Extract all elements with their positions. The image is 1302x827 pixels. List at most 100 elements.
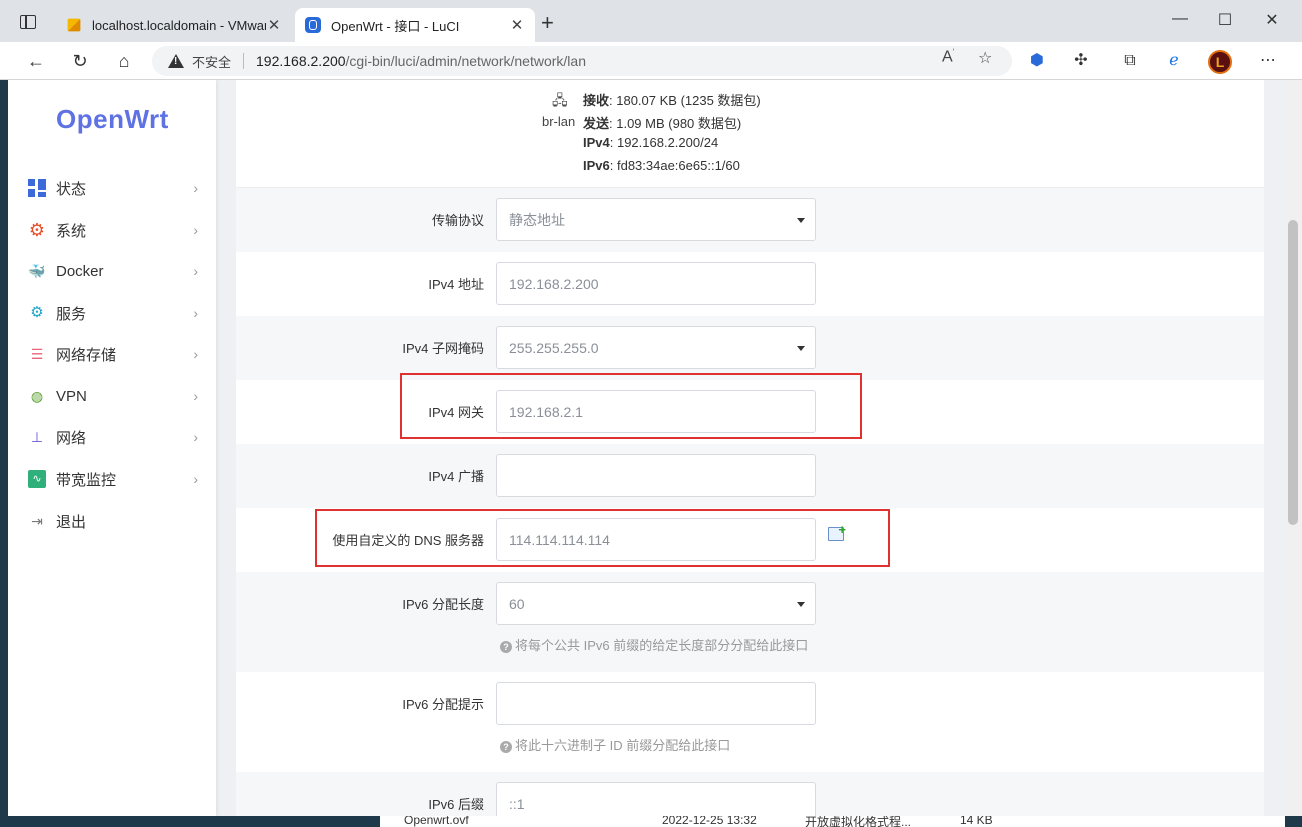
sidebar-item-label: 服务 xyxy=(56,305,87,323)
refresh-icon[interactable]: ↻ xyxy=(69,50,91,72)
url-separator xyxy=(243,53,245,69)
tab-actions-icon[interactable] xyxy=(20,15,36,29)
chevron-down-icon xyxy=(797,346,805,351)
field-hint: ? 将此十六进制子 ID 前缀分配给此接口 xyxy=(500,735,730,754)
ipv4-address-input[interactable]: 192.168.2.200 xyxy=(496,262,816,305)
address-bar: ← ↻ ⌂ 不安全 192.168.2.200/cgi-bin/luci/adm… xyxy=(0,42,1302,80)
chevron-right-icon: › xyxy=(193,471,198,487)
ipv4-netmask-select[interactable]: 255.255.255.0 xyxy=(496,326,816,369)
file-size: 14 KB xyxy=(960,816,993,827)
ipv4-netmask-row: IPv4 子网掩码 255.255.255.0 xyxy=(236,316,1264,380)
sidebar-item-label: 网络 xyxy=(56,429,87,447)
maximize-icon[interactable]: ☐ xyxy=(1215,10,1235,30)
collections-icon[interactable]: ⧉ xyxy=(1120,51,1140,71)
ipv6-assign-hint-input[interactable] xyxy=(496,682,816,725)
gear-icon: ⚙ xyxy=(28,220,46,240)
field-label: IPv6 后缀 xyxy=(428,797,484,812)
tx-stat: 发送: 1.09 MB (980 数据包) xyxy=(583,116,742,131)
scrollbar-thumb[interactable] xyxy=(1288,220,1298,525)
sidebar: OpenWrt 状态 › ⚙ 系统 › 🐳 Docker › ⚙ 服务 › ☰ … xyxy=(8,80,216,816)
openwrt-logo[interactable]: OpenWrt xyxy=(56,104,169,135)
help-icon: ? xyxy=(500,741,512,753)
sidebar-item-storage[interactable]: ☰ 网络存储 › xyxy=(28,339,198,369)
highlight-box-dns xyxy=(315,509,890,567)
ipv4-broadcast-row: IPv4 广播 xyxy=(236,444,1264,508)
more-menu-icon[interactable]: ⋯ xyxy=(1258,51,1278,71)
docker-icon: 🐳 xyxy=(28,263,46,279)
interface-status: 🖧 br-lan 接收: 180.07 KB (1235 数据包) 发送: 1.… xyxy=(236,80,1264,188)
ipv4-address-row: IPv4 地址 192.168.2.200 xyxy=(236,252,1264,316)
ipv4-stat: IPv4: 192.168.2.200/24 xyxy=(583,135,719,150)
tab-label: localhost.localdomain - VMware xyxy=(92,17,266,33)
chevron-right-icon: › xyxy=(193,346,198,362)
tab-vmware[interactable]: localhost.localdomain - VMware ✕ xyxy=(56,8,292,42)
sidebar-item-docker[interactable]: 🐳 Docker › xyxy=(28,256,198,286)
sidebar-item-bandwidth[interactable]: ∿ 带宽监控 › xyxy=(28,464,198,494)
shield-extension-icon[interactable]: ⬢ xyxy=(1027,51,1047,71)
tab-openwrt[interactable]: OpenWrt - 接口 - LuCI ✕ xyxy=(295,8,535,42)
network-icon: ⊥ xyxy=(30,429,44,445)
chevron-right-icon: › xyxy=(193,180,198,196)
minimize-icon[interactable]: — xyxy=(1170,10,1190,28)
sidebar-item-label: 系统 xyxy=(56,222,87,240)
ipv6-assign-length-row: IPv6 分配长度 60 ? 将每个公共 IPv6 前缀的给定长度部分分配给此接口 xyxy=(236,572,1264,672)
monitor-icon: ∿ xyxy=(28,470,46,488)
file-name: Openwrt.ovf xyxy=(404,816,469,827)
services-icon: ⚙ xyxy=(30,304,44,321)
extensions-icon[interactable]: ✣ xyxy=(1071,51,1091,71)
url-input[interactable]: 不安全 192.168.2.200/cgi-bin/luci/admin/net… xyxy=(152,46,1012,76)
ipv6-assign-length-select[interactable]: 60 xyxy=(496,582,816,625)
back-icon[interactable]: ← xyxy=(25,50,47,72)
chevron-right-icon: › xyxy=(193,429,198,445)
sidebar-item-logout[interactable]: ⇥ 退出 xyxy=(28,506,198,536)
rx-stat: 接收: 180.07 KB (1235 数据包) xyxy=(583,93,761,108)
protocol-row: 传输协议 静态地址 xyxy=(236,188,1264,252)
ipv6-suffix-row: IPv6 后缀 ::1 xyxy=(236,772,1264,816)
field-hint: ? 将每个公共 IPv6 前缀的给定长度部分分配给此接口 xyxy=(500,635,808,654)
field-label: IPv4 地址 xyxy=(428,277,484,292)
background-file-row: Openwrt.ovf 2022-12-25 13:32 开放虚拟化格式程...… xyxy=(380,816,1285,827)
window-close-icon[interactable]: ✕ xyxy=(1262,10,1282,30)
field-label: IPv4 子网掩码 xyxy=(402,341,484,356)
favorite-add-icon[interactable]: ☆ xyxy=(978,48,992,68)
file-type: 开放虚拟化格式程... xyxy=(805,816,912,827)
field-label: IPv4 广播 xyxy=(428,469,484,484)
new-tab-icon[interactable]: + xyxy=(541,12,554,34)
sidebar-item-system[interactable]: ⚙ 系统 › xyxy=(28,215,198,245)
field-label: 传输协议 xyxy=(431,213,484,228)
ipv4-broadcast-input[interactable] xyxy=(496,454,816,497)
security-status: 不安全 xyxy=(192,54,232,70)
chevron-right-icon: › xyxy=(193,305,198,321)
ethernet-icon: 🖧 xyxy=(552,92,568,108)
url-host: 192.168.2.200 xyxy=(256,53,346,69)
file-date: 2022-12-25 13:32 xyxy=(662,816,757,827)
ie-mode-icon[interactable]: ℯ xyxy=(1164,51,1184,71)
ipv6-assign-hint-row: IPv6 分配提示 ? 将此十六进制子 ID 前缀分配给此接口 xyxy=(236,672,1264,772)
sidebar-item-label: 状态 xyxy=(56,180,87,198)
warning-icon xyxy=(168,54,184,68)
ipv6-stat: IPv6: fd83:34ae:6e65::1/60 xyxy=(583,158,740,173)
profile-avatar[interactable]: L xyxy=(1208,50,1232,74)
luci-page: OpenWrt 状态 › ⚙ 系统 › 🐳 Docker › ⚙ 服务 › ☰ … xyxy=(8,80,1293,816)
tab-bar: localhost.localdomain - VMware ✕ OpenWrt… xyxy=(0,0,1302,42)
dashboard-icon xyxy=(28,179,46,197)
url-path: /cgi-bin/luci/admin/network/network/lan xyxy=(345,53,586,69)
chevron-right-icon: › xyxy=(193,263,198,279)
chevron-right-icon: › xyxy=(193,388,198,404)
home-icon[interactable]: ⌂ xyxy=(113,50,135,72)
chevron-down-icon xyxy=(797,218,805,223)
tab-label: OpenWrt - 接口 - LuCI xyxy=(331,18,460,34)
protocol-select[interactable]: 静态地址 xyxy=(496,198,816,241)
close-icon[interactable]: ✕ xyxy=(266,16,282,34)
sidebar-item-status[interactable]: 状态 › xyxy=(28,173,198,203)
read-aloud-icon[interactable]: Aʼ xyxy=(942,48,954,66)
sidebar-item-label: 退出 xyxy=(56,513,87,531)
close-icon[interactable]: ✕ xyxy=(509,16,525,34)
help-icon: ? xyxy=(500,641,512,653)
field-label: IPv6 分配长度 xyxy=(402,597,484,612)
chevron-down-icon xyxy=(797,602,805,607)
sidebar-item-network[interactable]: ⊥ 网络 › xyxy=(28,422,198,452)
sidebar-item-vpn[interactable]: ◍ VPN › xyxy=(28,381,198,411)
sidebar-item-services[interactable]: ⚙ 服务 › xyxy=(28,298,198,328)
ipv6-suffix-input[interactable]: ::1 xyxy=(496,782,816,816)
